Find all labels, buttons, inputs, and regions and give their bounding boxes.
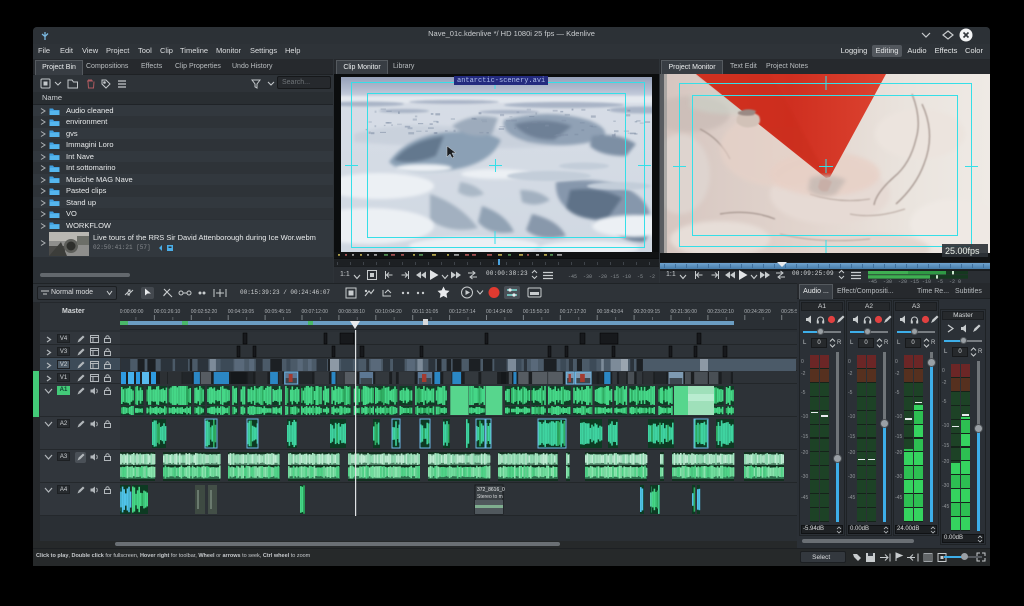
svg-text:00:00:00:00: 00:00:00:00 — [120, 309, 144, 315]
svg-text:Stereo to m: Stereo to m — [477, 494, 503, 500]
svg-text:00:12:57:14: 00:12:57:14 — [449, 309, 476, 315]
svg-text:25.00fps: 25.00fps — [945, 246, 980, 256]
svg-text:00:07:12:00: 00:07:12:00 — [302, 309, 329, 315]
svg-text:00:21:36:00: 00:21:36:00 — [671, 309, 698, 315]
svg-text:00:18:43:04: 00:18:43:04 — [597, 309, 624, 315]
svg-text:372_8616_0: 372_8616_0 — [477, 487, 505, 493]
svg-text:00:08:38:10: 00:08:38:10 — [338, 309, 365, 315]
svg-text:00:14:24:00: 00:14:24:00 — [486, 309, 513, 315]
svg-text:00:25:55:04: 00:25:55:04 — [781, 309, 797, 315]
svg-text:00:02:52:20: 00:02:52:20 — [191, 309, 218, 315]
svg-text:00:04:19:05: 00:04:19:05 — [228, 309, 255, 315]
svg-text:00:23:02:10: 00:23:02:10 — [707, 309, 734, 315]
svg-text:00:01:26:10: 00:01:26:10 — [154, 309, 181, 315]
svg-text:00:20:09:15: 00:20:09:15 — [634, 309, 661, 315]
svg-text:00:10:04:20: 00:10:04:20 — [375, 309, 402, 315]
svg-text:00:11:31:05: 00:11:31:05 — [412, 309, 438, 315]
svg-text:00:15:50:10: 00:15:50:10 — [523, 309, 550, 315]
svg-text:00:17:17:20: 00:17:17:20 — [560, 309, 587, 315]
svg-text:00:24:28:20: 00:24:28:20 — [744, 309, 771, 315]
svg-text:00:05:45:15: 00:05:45:15 — [265, 309, 292, 315]
